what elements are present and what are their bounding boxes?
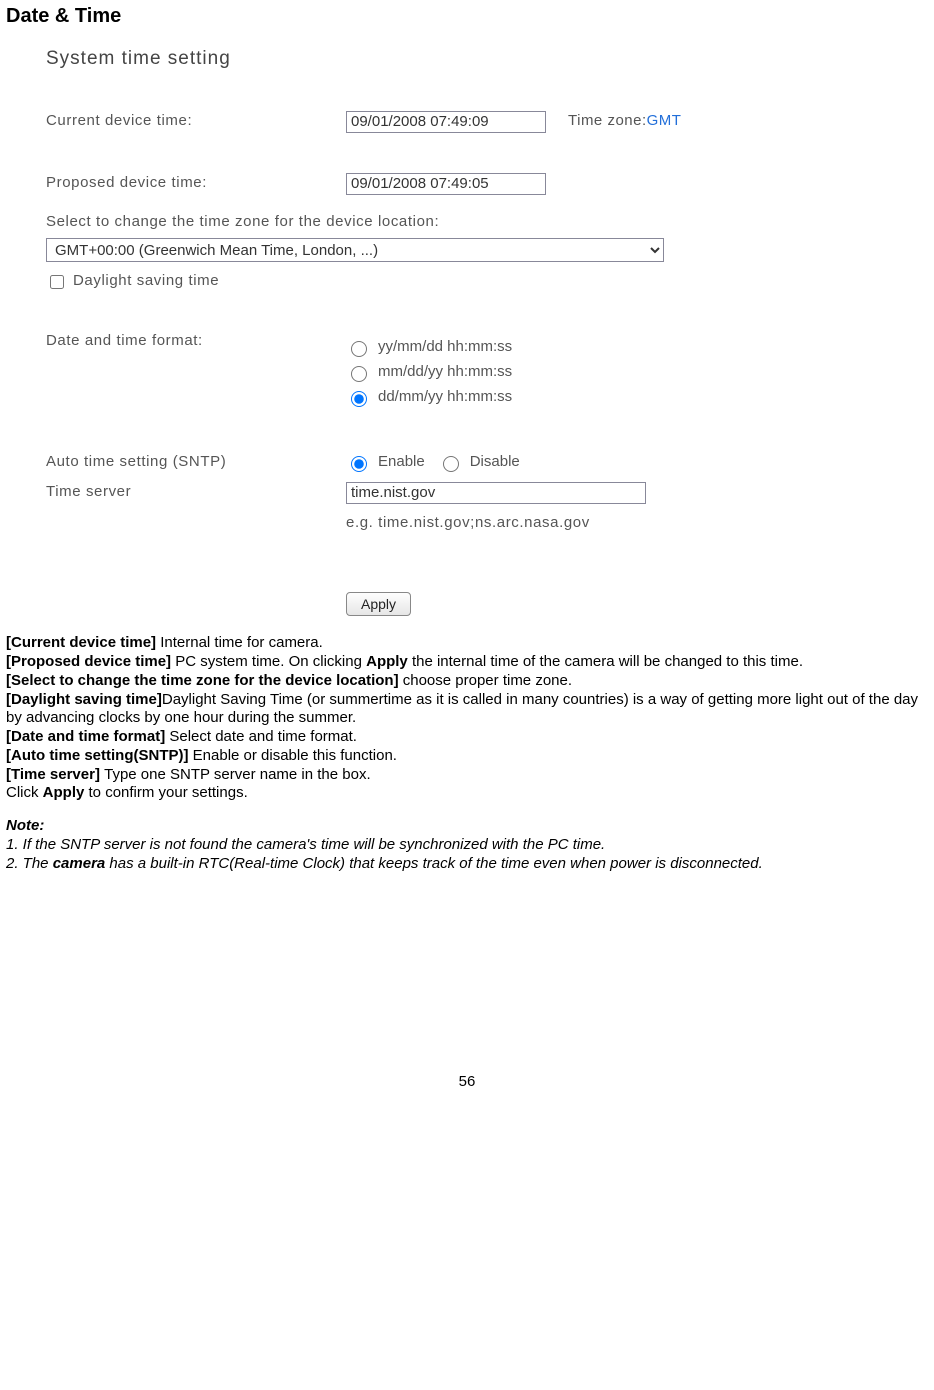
current-device-time-input[interactable]: [346, 111, 546, 133]
time-zone-link[interactable]: GMT: [647, 112, 682, 131]
doc-sntp-text: Enable or disable this function.: [193, 747, 397, 764]
page-title: Date & Time: [6, 4, 928, 29]
doc-tz-label: [Select to change the time zone for the …: [6, 672, 403, 689]
doc-note-2a: 2. The: [6, 855, 53, 872]
doc-fmt-text: Select date and time format.: [169, 728, 357, 745]
doc-tz-text: choose proper time zone.: [403, 672, 572, 689]
date-format-option-3: dd/mm/yy hh:mm:ss: [378, 388, 512, 407]
sntp-enable-radio[interactable]: [351, 456, 367, 472]
sntp-disable-label: Disable: [470, 453, 520, 472]
doc-cdt-label: [Current device time]: [6, 634, 160, 651]
date-format-radio-2[interactable]: [351, 366, 367, 382]
doc-click-a: Click: [6, 784, 43, 801]
doc-sntp-label: [Auto time setting(SNTP)]: [6, 747, 193, 764]
doc-fmt-label: [Date and time format]: [6, 728, 169, 745]
doc-pdt-label: [Proposed device time]: [6, 653, 175, 670]
doc-pdt-apply: Apply: [366, 653, 408, 670]
doc-note-header: Note:: [6, 817, 928, 836]
documentation-text: [Current device time] Internal time for …: [6, 634, 928, 873]
date-format-option-1: yy/mm/dd hh:mm:ss: [378, 338, 512, 357]
date-format-radio-1[interactable]: [351, 341, 367, 357]
dst-label: Daylight saving time: [73, 272, 219, 291]
time-server-label: Time server: [46, 483, 346, 502]
doc-ts-label: [Time server]: [6, 766, 104, 783]
date-format-radio-3[interactable]: [351, 391, 367, 407]
proposed-device-time-input[interactable]: [346, 173, 546, 195]
sntp-enable-label: Enable: [378, 453, 425, 472]
settings-screenshot: System time setting Current device time:…: [46, 47, 806, 616]
sntp-disable-radio[interactable]: [443, 456, 459, 472]
screenshot-header: System time setting: [46, 47, 806, 71]
doc-note-2b: camera: [53, 855, 106, 872]
select-tz-caption: Select to change the time zone for the d…: [46, 213, 806, 232]
time-zone-label: Time zone:: [568, 112, 647, 131]
doc-note-1: 1. If the SNTP server is not found the c…: [6, 836, 928, 855]
doc-pdt-text-a: PC system time. On clicking: [175, 653, 366, 670]
proposed-device-time-label: Proposed device time:: [46, 174, 346, 193]
time-server-input[interactable]: [346, 482, 646, 504]
page-number: 56: [6, 1073, 928, 1092]
doc-ts-text: Type one SNTP server name in the box.: [104, 766, 371, 783]
dst-checkbox[interactable]: [50, 275, 64, 289]
sntp-label: Auto time setting (SNTP): [46, 453, 346, 472]
time-server-example: e.g. time.nist.gov;ns.arc.nasa.gov: [346, 514, 806, 533]
date-format-label: Date and time format:: [46, 332, 346, 351]
current-device-time-label: Current device time:: [46, 112, 346, 131]
doc-click-b: to confirm your settings.: [84, 784, 247, 801]
doc-click-apply: Apply: [43, 784, 85, 801]
doc-pdt-text-b: the internal time of the camera will be …: [408, 653, 803, 670]
doc-cdt-text: Internal time for camera.: [160, 634, 323, 651]
tz-select[interactable]: GMT+00:00 (Greenwich Mean Time, London, …: [46, 238, 664, 262]
doc-note-2c: has a built-in RTC(Real-time Clock) that…: [105, 855, 763, 872]
date-format-option-2: mm/dd/yy hh:mm:ss: [378, 363, 512, 382]
doc-dst-label: [Daylight saving time]: [6, 691, 162, 708]
apply-button[interactable]: Apply: [346, 592, 411, 616]
